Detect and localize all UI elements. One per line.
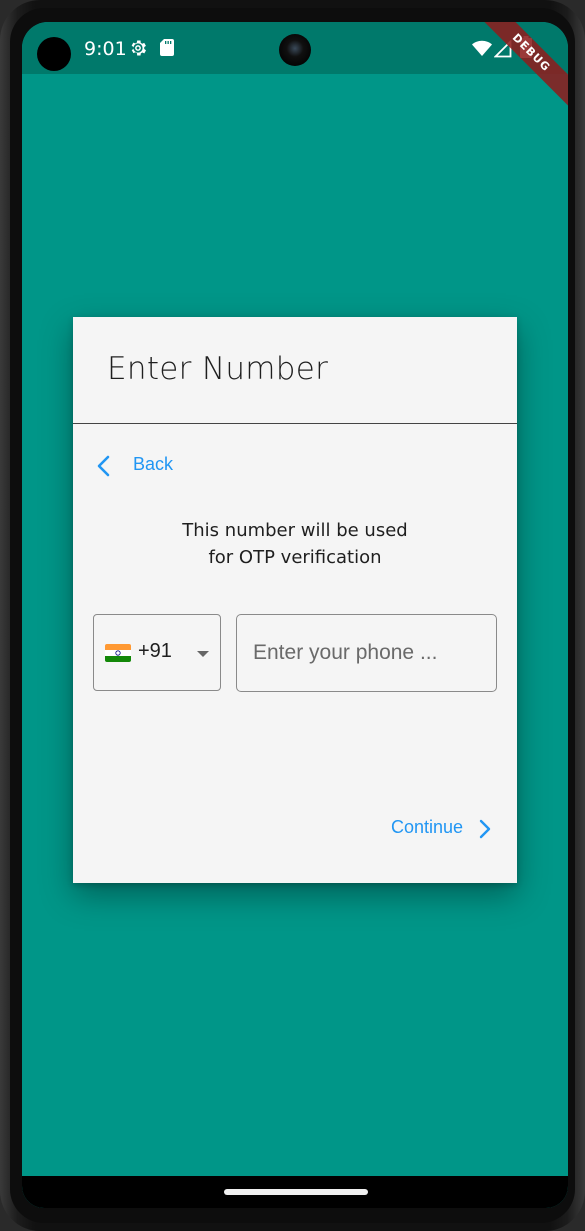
back-label: Back — [133, 454, 174, 474]
otp-info-line-2: for OTP verification — [208, 547, 382, 568]
country-code-value: +91 — [138, 640, 172, 662]
back-button[interactable]: Back — [93, 451, 203, 481]
home-gesture-handle[interactable] — [224, 1189, 368, 1195]
status-bar: 9:01 DEBUG — [22, 22, 568, 114]
status-time: 9:01 — [84, 38, 127, 60]
title-divider — [73, 423, 517, 424]
navigation-bar — [22, 1176, 568, 1208]
dialog-title: Enter Number — [107, 351, 329, 387]
india-flag-icon — [105, 644, 131, 662]
dropdown-arrow-icon — [197, 651, 209, 657]
wifi-icon — [472, 40, 492, 56]
front-camera-icon — [279, 34, 311, 66]
continue-button[interactable]: Continue — [389, 814, 499, 844]
chevron-right-icon — [479, 819, 491, 839]
otp-info-text: This number will be used for OTP verific… — [73, 517, 517, 571]
chevron-left-icon — [97, 455, 110, 477]
phone-number-input[interactable] — [236, 614, 497, 692]
otp-info-line-1: This number will be used — [182, 520, 408, 541]
settings-gear-icon — [131, 40, 146, 56]
continue-label: Continue — [391, 817, 464, 837]
debug-banner: DEBUG — [470, 22, 568, 114]
sd-card-icon — [160, 39, 174, 56]
country-code-picker[interactable]: +91 — [93, 614, 221, 691]
camera-cutout-icon — [37, 37, 71, 71]
device-frame: 9:01 DEBUG Enter Number Back This number… — [0, 0, 585, 1231]
enter-number-dialog: Enter Number Back This number will be us… — [73, 317, 517, 883]
app-screen: 9:01 DEBUG Enter Number Back This number… — [22, 22, 568, 1208]
